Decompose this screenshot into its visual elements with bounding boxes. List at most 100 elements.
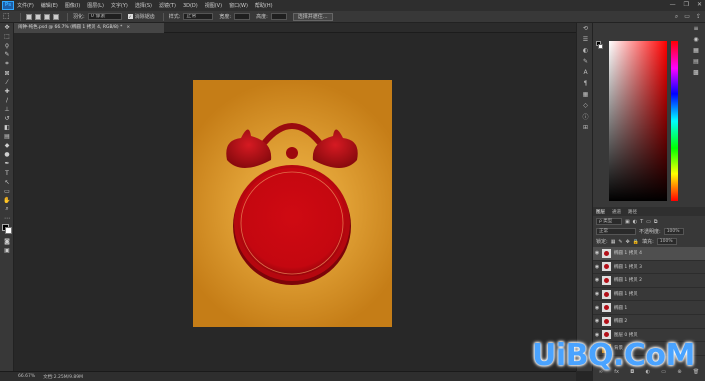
zoom-tool-icon[interactable]: ⌕ (0, 205, 14, 214)
paragraph-panel-icon[interactable]: ¶ (577, 78, 594, 89)
restore-button[interactable]: ❐ (684, 1, 689, 8)
zoom-level[interactable]: 66.67% (18, 374, 35, 379)
color-panel-icon[interactable]: ◉ (689, 36, 703, 47)
properties-panel-icon[interactable]: ☰ (577, 34, 594, 45)
document-canvas[interactable] (193, 80, 392, 327)
menu-view[interactable]: 视图(V) (205, 2, 222, 9)
add-selection-icon[interactable] (35, 13, 41, 20)
hue-slider[interactable] (671, 41, 678, 201)
fill-input[interactable]: 100% (656, 238, 677, 245)
lasso-tool-icon[interactable]: ϙ (0, 41, 14, 50)
canvas-area[interactable] (14, 33, 576, 371)
tab-layers[interactable]: 图层 (596, 209, 605, 215)
menu-help[interactable]: 帮助(H) (255, 2, 273, 9)
style-select[interactable]: 正常 (183, 13, 214, 20)
gradient-tool-icon[interactable]: ▤ (0, 132, 14, 141)
menu-3d[interactable]: 3D(D) (183, 3, 198, 9)
brush-panel-icon[interactable]: ✎ (577, 56, 594, 67)
color-swatches[interactable] (0, 223, 14, 237)
lock-transparent-icon[interactable]: ▦ (611, 239, 616, 245)
feather-input[interactable]: 0 像素 (87, 13, 122, 20)
share-icon[interactable]: ⇪ (696, 13, 701, 21)
color-field[interactable] (609, 41, 667, 201)
width-input[interactable] (234, 13, 251, 20)
filter-shape-icon[interactable]: ▭ (646, 219, 651, 225)
more-tools-icon[interactable]: ⋯ (0, 214, 14, 223)
brush-tool-icon[interactable]: ∕ (0, 96, 14, 105)
libraries-panel-icon[interactable]: ▦ (577, 89, 594, 100)
info-panel-icon[interactable]: ⓘ (577, 111, 594, 122)
menu-edit[interactable]: 编辑(E) (41, 2, 58, 9)
frame-tool-icon[interactable]: ⊠ (0, 68, 14, 77)
visibility-eye-icon[interactable]: ◉ (593, 277, 601, 283)
layer-row[interactable]: ◉ 椭圆 1 拷贝 (593, 288, 705, 302)
marquee-tool-icon[interactable]: ⬚ (0, 32, 14, 41)
picker-background-swatch[interactable] (598, 44, 603, 49)
character-panel-icon[interactable]: A (577, 67, 594, 78)
styles-panel-icon[interactable]: ◇ (577, 100, 594, 111)
blur-tool-icon[interactable]: ◆ (0, 141, 14, 150)
new-selection-icon[interactable] (26, 13, 32, 20)
quick-mask-icon[interactable]: ◙ (0, 237, 14, 246)
antialias-checkbox[interactable]: ✓ (127, 14, 133, 19)
panel-menu-icon[interactable]: ≡ (689, 25, 703, 36)
menu-window[interactable]: 窗口(W) (229, 2, 248, 9)
filter-type-icon[interactable]: T (640, 219, 643, 225)
tab-paths[interactable]: 路径 (628, 209, 637, 215)
history-panel-icon[interactable]: ⟲ (577, 23, 594, 34)
history-brush-icon[interactable]: ↺ (0, 114, 14, 123)
lock-position-icon[interactable]: ✥ (626, 239, 630, 245)
hand-tool-icon[interactable]: ✋ (0, 196, 14, 205)
close-window-button[interactable]: ✕ (697, 1, 702, 8)
path-select-tool-icon[interactable]: ↖ (0, 178, 14, 187)
background-color-swatch[interactable] (5, 227, 12, 235)
layer-row[interactable]: ◉ 椭圆 1 (593, 301, 705, 315)
menu-type[interactable]: 文字(Y) (111, 2, 128, 9)
layer-row[interactable]: ◉ 椭圆 1 拷贝 2 (593, 274, 705, 288)
menu-select[interactable]: 选择(S) (135, 2, 152, 9)
menu-layer[interactable]: 图层(L) (87, 2, 104, 9)
screen-mode-icon[interactable]: ▣ (0, 246, 14, 255)
document-tab[interactable]: 闹钟-纯色.psd @ 66.7% (椭圆 1 拷贝 4, RGB/8) * × (14, 23, 164, 33)
patterns-panel-icon[interactable]: ▩ (689, 69, 703, 80)
pen-tool-icon[interactable]: ✒ (0, 159, 14, 168)
eraser-tool-icon[interactable]: ◧ (0, 123, 14, 132)
layer-kind-filter[interactable]: ρ 类型 (596, 218, 622, 225)
crop-tool-icon[interactable]: ⌗ (0, 59, 14, 68)
lock-all-icon[interactable]: 🔒 (633, 239, 639, 245)
filter-smart-icon[interactable]: ⧉ (654, 219, 658, 225)
workspace-icon[interactable]: ▭ (684, 13, 690, 21)
adjustments-panel-icon[interactable]: ◐ (577, 45, 594, 56)
close-tab-icon[interactable]: × (126, 25, 130, 30)
search-icon[interactable]: ⌕ (675, 13, 678, 21)
lock-image-icon[interactable]: ✎ (618, 239, 622, 245)
height-input[interactable] (270, 13, 287, 20)
eyedropper-tool-icon[interactable]: ⁄ (0, 78, 14, 87)
quick-select-tool-icon[interactable]: ✎ (0, 50, 14, 59)
move-tool-icon[interactable]: ✥ (0, 23, 14, 32)
visibility-eye-icon[interactable]: ◉ (593, 305, 601, 311)
menu-file[interactable]: 文件(F) (17, 2, 34, 9)
visibility-eye-icon[interactable]: ◉ (593, 318, 601, 324)
dodge-tool-icon[interactable]: ● (0, 150, 14, 159)
visibility-eye-icon[interactable]: ◉ (593, 291, 601, 297)
blend-mode-select[interactable]: 正常 (596, 228, 636, 235)
gradients-panel-icon[interactable]: ▤ (689, 58, 703, 69)
swatches-panel-icon[interactable]: ▦ (689, 47, 703, 58)
intersect-selection-icon[interactable] (53, 13, 59, 20)
type-tool-icon[interactable]: T (0, 169, 14, 178)
tab-channels[interactable]: 通道 (612, 209, 621, 215)
menu-filter[interactable]: 滤镜(T) (159, 2, 176, 9)
filter-adjust-icon[interactable]: ◐ (633, 219, 637, 225)
shape-tool-icon[interactable]: ▭ (0, 187, 14, 196)
menu-image[interactable]: 图像(I) (65, 2, 80, 9)
layer-row[interactable]: ◉ 椭圆 1 拷贝 3 (593, 261, 705, 275)
clone-stamp-icon[interactable]: ⊥ (0, 105, 14, 114)
visibility-eye-icon[interactable]: ◉ (593, 250, 601, 256)
subtract-selection-icon[interactable] (44, 13, 50, 20)
navigator-panel-icon[interactable]: ⊞ (577, 122, 594, 133)
layer-row[interactable]: ◉ 椭圆 1 拷贝 4 (593, 247, 705, 261)
layer-row[interactable]: ◉ 椭圆 2 (593, 315, 705, 329)
visibility-eye-icon[interactable]: ◉ (593, 264, 601, 270)
visibility-eye-icon[interactable]: ◉ (593, 332, 601, 338)
